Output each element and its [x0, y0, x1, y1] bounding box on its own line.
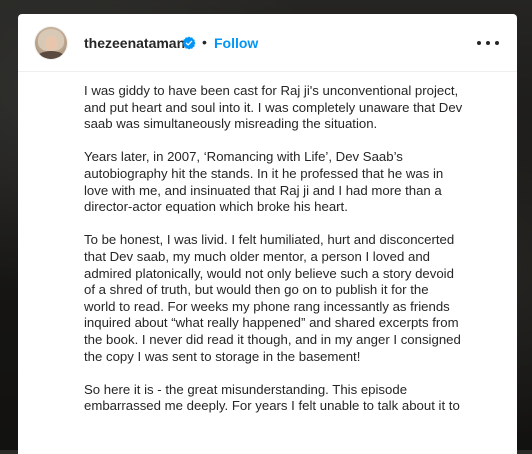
follow-button[interactable]: Follow [214, 35, 258, 51]
caption-line: Years later, in 2007, ‘Romancing with Li… [84, 149, 403, 165]
caption-line: director-actor equation which broke his … [84, 199, 348, 215]
post-header: thezeenataman • Follow [18, 14, 517, 72]
avatar-shoulders [37, 51, 65, 59]
caption-line: the book. I never did read it though, an… [84, 331, 461, 347]
caption-paragraph: I was giddy to have been cast for Raj ji… [84, 83, 504, 133]
more-options-icon[interactable] [476, 33, 500, 53]
profile-avatar[interactable] [35, 27, 67, 59]
caption-line: love with me, and insinuated that Raj ji… [84, 182, 442, 198]
caption-line: embarrassed me deeply. For years I felt … [84, 398, 460, 414]
avatar-face [45, 36, 58, 51]
caption-line: inquired about “what really happened” an… [84, 315, 459, 331]
caption-line: So here it is - the great misunderstandi… [84, 381, 408, 397]
caption-line: that Dev saab, my much older mentor, a p… [84, 248, 430, 264]
username-link[interactable]: thezeenataman [84, 35, 185, 51]
separator-dot: • [202, 34, 207, 50]
caption-paragraph: To be honest, I was livid. I felt humili… [84, 232, 504, 365]
caption-line: of a shred of truth, but would then go o… [84, 282, 429, 298]
caption-line: To be honest, I was livid. I felt humili… [84, 232, 455, 248]
post-modal: thezeenataman • Follow I was giddy to ha… [18, 14, 517, 454]
caption-line: and put heart and soul into it. I was co… [84, 99, 463, 115]
caption-line: I was giddy to have been cast for Raj ji… [84, 83, 459, 98]
post-caption: I was giddy to have been cast for Raj ji… [84, 83, 504, 431]
caption-line: autobiography hit the stands. In it he p… [84, 165, 444, 181]
verified-badge-icon [182, 36, 196, 50]
caption-paragraph: Years later, in 2007, ‘Romancing with Li… [84, 149, 504, 215]
caption-line: admired platonically, would not only bel… [84, 265, 454, 281]
caption-line: the copy I was sent to storage in the ba… [84, 348, 361, 364]
caption-paragraph: So here it is - the great misunderstandi… [84, 382, 504, 415]
caption-line: world to read. For weeks my phone rang i… [84, 298, 450, 314]
caption-line: saab was simultaneously misreading the s… [84, 116, 378, 132]
